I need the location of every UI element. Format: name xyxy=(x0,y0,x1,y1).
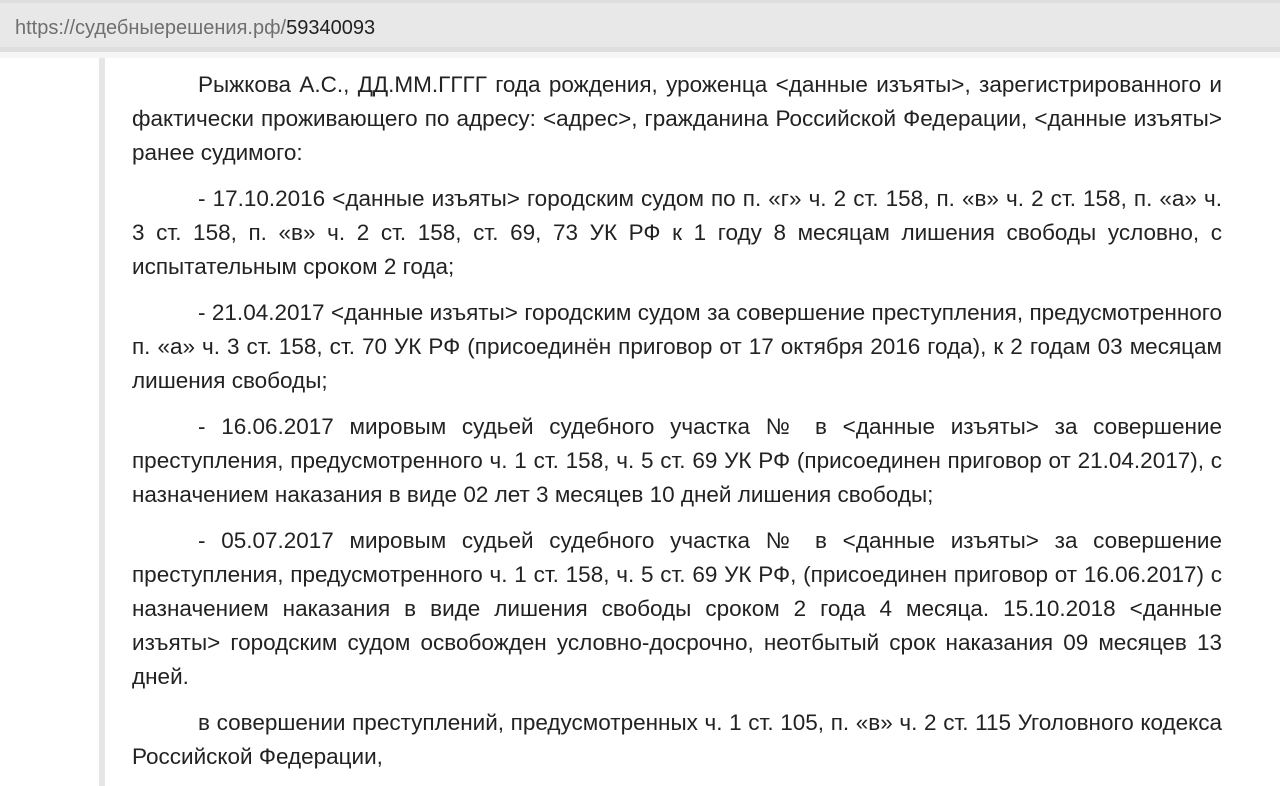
paragraph-conviction-2016: - 17.10.2016 <данные изъяты> городским с… xyxy=(132,186,1222,279)
url-text[interactable]: https://судебныерешения.рф/59340093 xyxy=(15,16,375,40)
left-margin-rule xyxy=(99,58,105,786)
url-host: https://судебныерешения.рф/ xyxy=(15,17,287,39)
paragraph-charges: в совершении преступлений, предусмотренн… xyxy=(132,710,1222,769)
address-bar: https://судебныерешения.рф/59340093 xyxy=(0,0,1280,52)
document-viewport[interactable]: Рыжкова А.С., ДД.ММ.ГГГГ года рождения, … xyxy=(0,58,1280,786)
url-input[interactable]: https://судебныерешения.рф/59340093 xyxy=(0,3,1280,47)
paragraph-conviction-05-07-2017: - 05.07.2017 мировым судьей судебного уч… xyxy=(132,528,1222,689)
paragraph-defendant: Рыжкова А.С., ДД.ММ.ГГГГ года рождения, … xyxy=(132,72,1222,165)
document-body: Рыжкова А.С., ДД.ММ.ГГГГ года рождения, … xyxy=(132,68,1222,786)
paragraph-conviction-21-04-2017: - 21.04.2017 <данные изъяты> городским с… xyxy=(132,300,1222,393)
paragraph-conviction-16-06-2017: - 16.06.2017 мировым судьей судебного уч… xyxy=(132,414,1222,507)
url-path: 59340093 xyxy=(286,17,376,39)
